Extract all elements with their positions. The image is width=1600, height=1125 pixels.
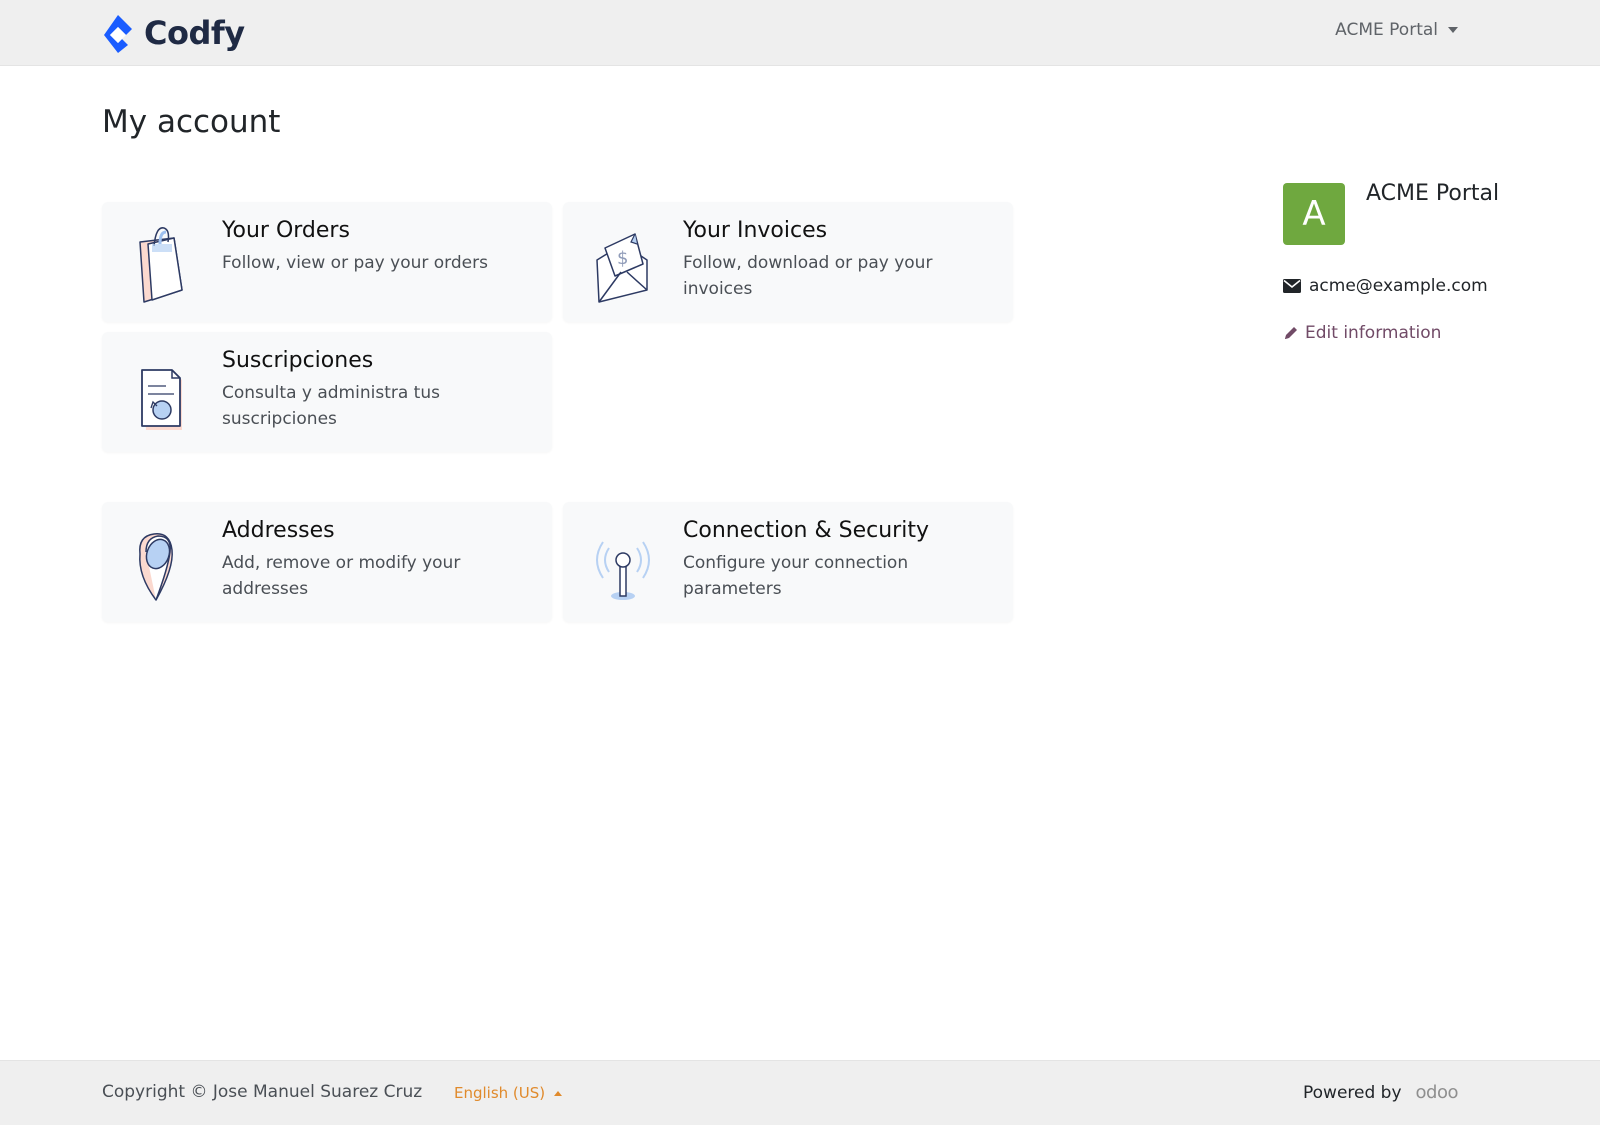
card-your-orders[interactable]: Your Orders Follow, view or pay your ord…: [102, 202, 552, 322]
codfy-logo-icon: [104, 15, 132, 53]
chevron-down-icon: [1448, 27, 1458, 33]
card-description: Consulta y administra tus suscripciones: [222, 383, 440, 429]
map-pin-icon: [139, 533, 173, 601]
card-title: Suscripciones: [222, 348, 374, 373]
envelope-icon: [1283, 279, 1301, 293]
user-menu-label: ACME Portal: [1335, 20, 1438, 40]
edit-information-link[interactable]: Edit information: [1283, 323, 1441, 343]
brand-name: Codfy: [144, 14, 245, 52]
invoice-envelope-icon: $: [596, 233, 648, 303]
card-title: Your Invoices: [683, 218, 828, 243]
subscription-document-icon: [141, 369, 182, 430]
powered-by: Powered by odoo: [1303, 1082, 1459, 1103]
card-description: Follow, download or pay your invoices: [683, 253, 933, 299]
card-connection-security[interactable]: Connection & Security Configure your con…: [563, 502, 1013, 622]
card-addresses[interactable]: Addresses Add, remove or modify your add…: [102, 502, 552, 622]
language-selector[interactable]: English (US): [454, 1084, 563, 1102]
pencil-icon: [1285, 327, 1297, 339]
profile-email-text: acme@example.com: [1309, 276, 1488, 296]
card-description: Configure your connection parameters: [683, 553, 909, 599]
card-your-invoices[interactable]: $ Your Invoices Follow, download or pay …: [563, 202, 1013, 322]
profile-email: acme@example.com: [1283, 276, 1488, 296]
footer: Copyright © Jose Manuel Suarez Cruz Engl…: [0, 1060, 1600, 1125]
shopping-bag-icon: [139, 227, 183, 303]
caret-up-icon: [554, 1090, 563, 1096]
copyright-text: Copyright © Jose Manuel Suarez Cruz: [102, 1082, 423, 1102]
card-title: Connection & Security: [683, 518, 929, 543]
brand-logo[interactable]: Codfy: [102, 12, 245, 54]
card-suscripciones[interactable]: Suscripciones Consulta y administra tus …: [102, 332, 552, 452]
card-description: Follow, view or pay your orders: [222, 253, 488, 273]
language-label: English (US): [454, 1084, 546, 1102]
edit-information-label: Edit information: [1305, 323, 1442, 343]
antenna-signal-icon: [596, 541, 650, 600]
user-menu-dropdown[interactable]: ACME Portal: [1335, 20, 1458, 40]
avatar: A: [1283, 183, 1345, 245]
page-title: My account: [102, 104, 281, 140]
card-title: Your Orders: [222, 218, 350, 243]
svg-text:$: $: [617, 248, 628, 269]
top-navbar: Codfy ACME Portal: [0, 0, 1600, 66]
card-description: Add, remove or modify your addresses: [222, 553, 461, 599]
card-title: Addresses: [222, 518, 335, 543]
profile-name: ACME Portal: [1366, 181, 1500, 206]
powered-by-label: Powered by: [1303, 1082, 1402, 1103]
odoo-logo[interactable]: odoo: [1416, 1082, 1459, 1103]
